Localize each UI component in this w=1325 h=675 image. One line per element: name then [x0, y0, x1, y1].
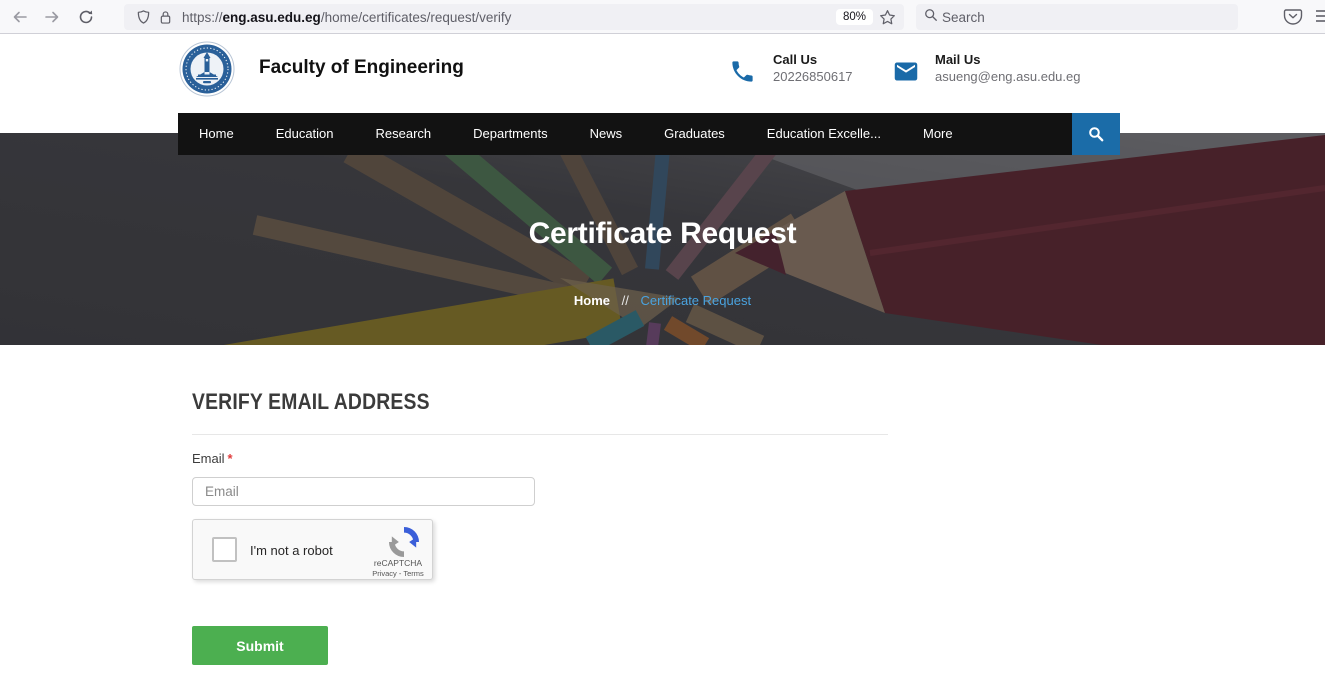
content-area: VERIFY EMAIL ADDRESS Email* I'm not a ro… [0, 345, 1325, 675]
mail-us-address: asueng@eng.asu.edu.eg [935, 69, 1080, 84]
recaptcha-checkbox[interactable] [212, 537, 237, 562]
url-bar[interactable]: https://eng.asu.edu.eg/home/certificates… [124, 4, 904, 30]
pocket-icon[interactable] [1282, 5, 1304, 32]
lock-icon[interactable] [154, 6, 176, 28]
hero-banner: Certificate Request Home // Certificate … [0, 133, 1325, 345]
call-us-label: Call Us [773, 52, 817, 67]
breadcrumb-separator: // [622, 293, 629, 308]
nav-item-home[interactable]: Home [178, 113, 255, 155]
browser-toolbar: https://eng.asu.edu.eg/home/certificates… [0, 0, 1325, 34]
recaptcha-label: I'm not a robot [250, 543, 333, 558]
recaptcha-brand: reCAPTCHA [370, 558, 426, 568]
university-logo[interactable] [179, 41, 235, 97]
nav-item-departments[interactable]: Departments [452, 113, 568, 155]
recaptcha-privacy-terms-links[interactable]: Privacy - Terms [370, 569, 426, 578]
nav-item-education[interactable]: Education [255, 113, 355, 155]
menu-icon[interactable] [1314, 5, 1325, 32]
search-icon [1088, 126, 1104, 142]
call-us-number: 20226850617 [773, 69, 853, 84]
browser-search-input[interactable]: Search [916, 4, 1238, 30]
nav-item-more[interactable]: More [902, 113, 974, 155]
url-text: https://eng.asu.edu.eg/home/certificates… [182, 10, 511, 25]
form-heading: VERIFY EMAIL ADDRESS [192, 389, 430, 415]
submit-button[interactable]: Submit [192, 626, 328, 665]
nav-item-research[interactable]: Research [355, 113, 453, 155]
nav-item-education-excellence[interactable]: Education Excelle... [746, 113, 902, 155]
mail-us-label: Mail Us [935, 52, 981, 67]
breadcrumb-current: Certificate Request [641, 293, 752, 308]
mail-icon [891, 58, 921, 90]
shield-icon[interactable] [132, 6, 154, 28]
reload-icon [78, 9, 94, 25]
site-search-button[interactable] [1072, 113, 1120, 155]
recaptcha-widget: I'm not a robot reCAPTCHA Privacy - Term… [192, 519, 433, 580]
nav-item-news[interactable]: News [569, 113, 644, 155]
site-title[interactable]: Faculty of Engineering [259, 57, 464, 79]
nav-item-graduates[interactable]: Graduates [643, 113, 746, 155]
back-button[interactable] [6, 3, 34, 31]
main-navigation: Home Education Research Departments News… [178, 113, 1120, 155]
url-domain: eng.asu.edu.eg [223, 10, 321, 25]
required-asterisk: * [228, 451, 233, 466]
recaptcha-logo-icon [389, 527, 419, 557]
breadcrumb: Home // Certificate Request [0, 293, 1325, 308]
browser-search-placeholder: Search [942, 10, 985, 25]
url-scheme: https:// [182, 10, 223, 25]
search-icon [924, 8, 938, 27]
email-label-text: Email [192, 451, 225, 466]
forward-button[interactable] [38, 3, 66, 31]
divider [192, 434, 888, 435]
forward-arrow-icon [44, 9, 60, 25]
page-title: Certificate Request [0, 217, 1325, 251]
page: https://eng.asu.edu.eg/home/certificates… [0, 0, 1325, 675]
reload-button[interactable] [72, 3, 100, 31]
breadcrumb-home-link[interactable]: Home [574, 293, 610, 308]
bookmark-star-icon[interactable] [879, 9, 896, 26]
email-label: Email* [192, 451, 233, 466]
email-field[interactable] [192, 477, 535, 506]
url-path: /home/certificates/request/verify [321, 10, 512, 25]
phone-icon [729, 58, 756, 90]
zoom-level-badge[interactable]: 80% [836, 9, 873, 25]
back-arrow-icon [12, 9, 28, 25]
